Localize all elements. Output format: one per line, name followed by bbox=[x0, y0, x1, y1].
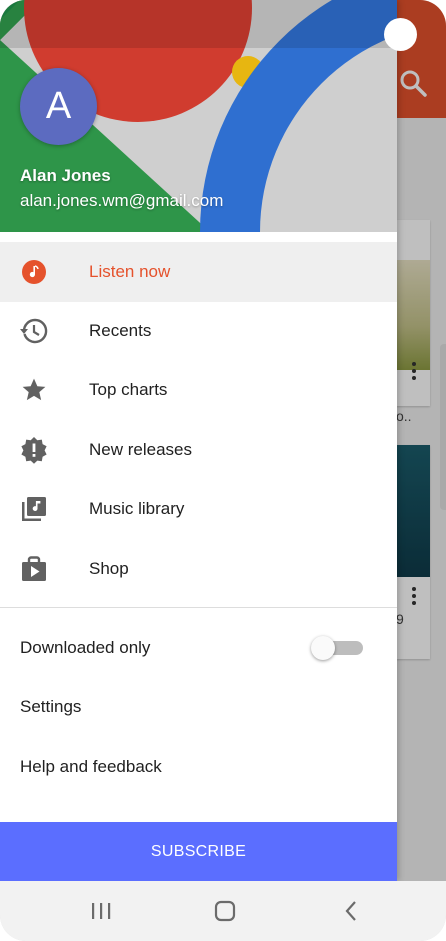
music-library-icon bbox=[20, 496, 48, 522]
shop-bag-icon bbox=[20, 556, 48, 582]
nav-item-new-releases[interactable]: New releases bbox=[0, 420, 397, 480]
nav-label: Recents bbox=[89, 321, 152, 340]
recent-apps-icon[interactable] bbox=[88, 899, 114, 923]
downloaded-only-row[interactable]: Downloaded only bbox=[0, 618, 397, 678]
front-camera-cutout bbox=[384, 18, 417, 51]
home-icon[interactable] bbox=[212, 899, 238, 923]
nav-item-recents[interactable]: Recents bbox=[0, 301, 397, 361]
phone-screen: o.. 9 A Alan Jones alan.jones.wm@gmail.c… bbox=[0, 0, 446, 941]
subscribe-button[interactable]: SUBSCRIBE bbox=[0, 822, 397, 881]
nav-item-shop[interactable]: Shop bbox=[0, 539, 397, 599]
help-feedback-item[interactable]: Help and feedback bbox=[0, 737, 397, 797]
downloaded-only-toggle[interactable] bbox=[311, 636, 363, 660]
nav-label: Top charts bbox=[89, 380, 168, 399]
back-icon[interactable] bbox=[338, 899, 364, 923]
account-header: A Alan Jones alan.jones.wm@gmail.com bbox=[0, 0, 397, 232]
star-icon bbox=[20, 377, 48, 403]
scroll-handle[interactable] bbox=[440, 344, 446, 510]
navigation-drawer: A Alan Jones alan.jones.wm@gmail.com Lis… bbox=[0, 0, 397, 881]
nav-item-music-library[interactable]: Music library bbox=[0, 479, 397, 539]
nav-label: Shop bbox=[89, 559, 129, 578]
user-email: alan.jones.wm@gmail.com bbox=[20, 191, 224, 210]
settings-item[interactable]: Settings bbox=[0, 677, 397, 737]
history-icon bbox=[20, 318, 48, 344]
user-name: Alan Jones bbox=[20, 166, 111, 185]
avatar[interactable]: A bbox=[20, 68, 97, 145]
toggle-thumb bbox=[311, 636, 335, 660]
listen-now-icon bbox=[20, 259, 48, 285]
nav-item-top-charts[interactable]: Top charts bbox=[0, 360, 397, 420]
settings-label: Settings bbox=[20, 697, 82, 716]
new-releases-badge-icon bbox=[20, 437, 48, 464]
help-feedback-label: Help and feedback bbox=[20, 757, 162, 776]
downloaded-only-label: Downloaded only bbox=[20, 638, 151, 657]
nav-label: New releases bbox=[89, 440, 192, 459]
section-divider bbox=[0, 607, 397, 608]
system-navigation-bar bbox=[0, 881, 446, 941]
nav-label: Music library bbox=[89, 499, 185, 518]
nav-item-listen-now[interactable]: Listen now bbox=[0, 242, 397, 302]
nav-label: Listen now bbox=[89, 262, 171, 281]
